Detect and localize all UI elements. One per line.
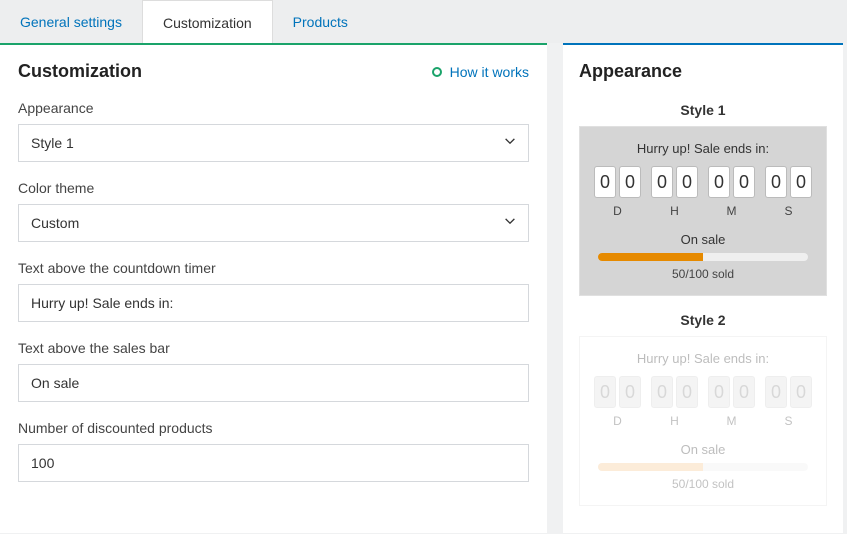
unit-d: D <box>594 414 641 428</box>
color-theme-select[interactable]: Custom <box>18 204 529 242</box>
digit: 0 <box>676 376 698 408</box>
tab-customization[interactable]: Customization <box>142 0 273 43</box>
unit-s: S <box>765 414 812 428</box>
appearance-label: Appearance <box>18 100 529 116</box>
unit-labels: D H M S <box>590 204 816 218</box>
tab-bar: General settings Customization Products <box>0 0 847 43</box>
digit: 0 <box>619 376 641 408</box>
sold-text: 50/100 sold <box>590 267 816 281</box>
how-it-works-link[interactable]: How it works <box>432 64 529 80</box>
digit: 0 <box>790 166 812 198</box>
num-discounted-label: Number of discounted products <box>18 420 529 436</box>
unit-m: M <box>708 414 755 428</box>
digit: 0 <box>765 166 787 198</box>
text-above-timer-input[interactable] <box>18 284 529 322</box>
page-title: Customization <box>18 61 142 82</box>
ring-icon <box>432 67 442 77</box>
unit-h: H <box>651 204 698 218</box>
how-it-works-label: How it works <box>450 64 529 80</box>
tab-products[interactable]: Products <box>273 0 368 43</box>
digit: 0 <box>594 166 616 198</box>
tab-general-settings[interactable]: General settings <box>0 0 142 43</box>
progress-bar <box>598 253 808 261</box>
countdown-digits: 00 00 00 00 <box>590 166 816 198</box>
appearance-title: Appearance <box>579 61 827 82</box>
countdown-digits: 00 00 00 00 <box>590 376 816 408</box>
unit-d: D <box>594 204 641 218</box>
unit-s: S <box>765 204 812 218</box>
style2-title: Style 2 <box>579 312 827 328</box>
sold-text: 50/100 sold <box>590 477 816 491</box>
digit: 0 <box>708 166 730 198</box>
onsale-caption: On sale <box>590 232 816 247</box>
onsale-caption: On sale <box>590 442 816 457</box>
style1-preview[interactable]: Hurry up! Sale ends in: 00 00 00 00 D H … <box>579 126 827 296</box>
color-theme-label: Color theme <box>18 180 529 196</box>
num-discounted-input[interactable] <box>18 444 529 482</box>
digit: 0 <box>651 166 673 198</box>
unit-m: M <box>708 204 755 218</box>
style2-preview[interactable]: Hurry up! Sale ends in: 00 00 00 00 D H … <box>579 336 827 506</box>
style1-title: Style 1 <box>579 102 827 118</box>
digit: 0 <box>733 376 755 408</box>
countdown-caption: Hurry up! Sale ends in: <box>590 141 816 156</box>
digit: 0 <box>676 166 698 198</box>
text-above-sales-label: Text above the sales bar <box>18 340 529 356</box>
digit: 0 <box>619 166 641 198</box>
progress-bar <box>598 463 808 471</box>
digit: 0 <box>651 376 673 408</box>
digit: 0 <box>790 376 812 408</box>
digit: 0 <box>733 166 755 198</box>
appearance-panel: Appearance Style 1 Hurry up! Sale ends i… <box>563 43 843 533</box>
digit: 0 <box>708 376 730 408</box>
digit: 0 <box>594 376 616 408</box>
text-above-timer-label: Text above the countdown timer <box>18 260 529 276</box>
customization-panel: Customization How it works Appearance St… <box>0 43 547 533</box>
unit-h: H <box>651 414 698 428</box>
digit: 0 <box>765 376 787 408</box>
countdown-caption: Hurry up! Sale ends in: <box>590 351 816 366</box>
text-above-sales-input[interactable] <box>18 364 529 402</box>
unit-labels: D H M S <box>590 414 816 428</box>
appearance-select[interactable]: Style 1 <box>18 124 529 162</box>
